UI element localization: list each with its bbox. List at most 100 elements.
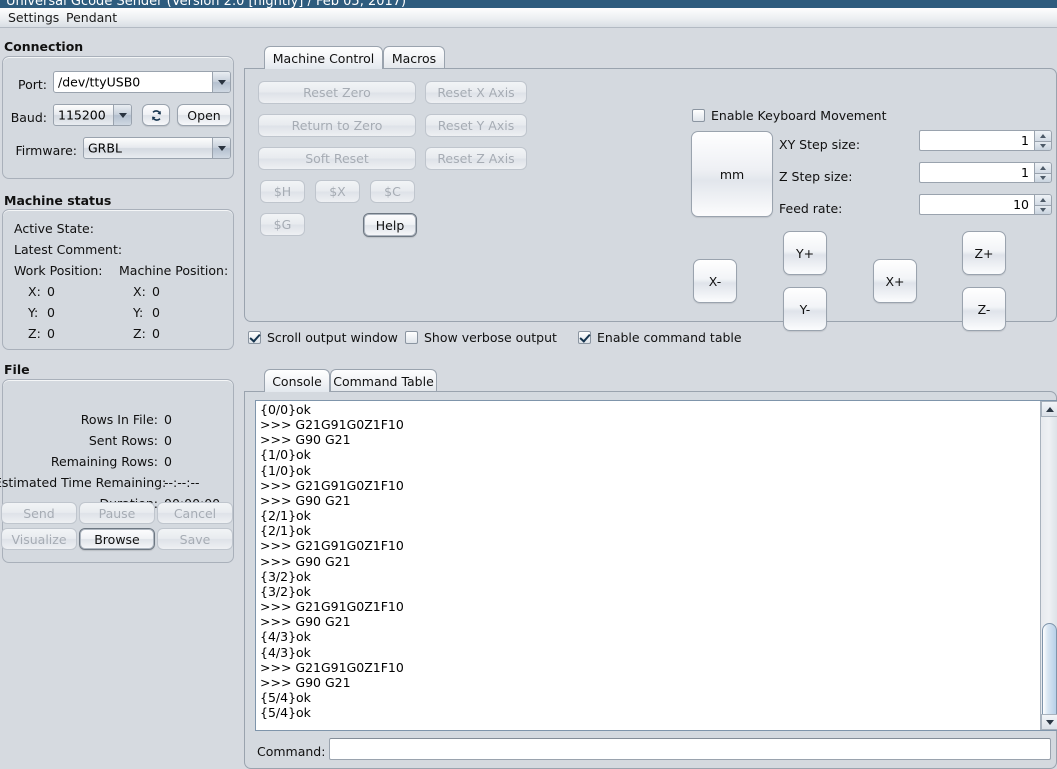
machine-position-label: Machine Position: <box>119 263 229 278</box>
file-panel-title: File <box>4 362 30 377</box>
firmware-combobox[interactable]: GRBL <box>83 137 231 159</box>
enable-keyboard-movement-label: Enable Keyboard Movement <box>711 108 887 123</box>
show-verbose-output-checkbox[interactable]: Show verbose output <box>405 330 557 345</box>
scroll-output-window-checkbox[interactable]: Scroll output window <box>248 330 398 345</box>
send-button[interactable]: Send <box>1 502 77 524</box>
scrollbar-thumb[interactable] <box>1042 623 1057 725</box>
reset-zero-button[interactable]: Reset Zero <box>258 81 416 104</box>
z-step-size-label: Z Step size: <box>779 169 853 184</box>
feed-rate-spinner[interactable]: 10 <box>919 194 1052 215</box>
command-label: Command: <box>257 744 326 759</box>
machine-z-label: Z: <box>133 326 146 341</box>
jog-z-minus-button[interactable]: Z- <box>962 287 1006 331</box>
z-step-size-spinner[interactable]: 1 <box>919 162 1052 183</box>
jog-x-minus-button[interactable]: X- <box>693 259 737 303</box>
tab-macros[interactable]: Macros <box>383 46 445 69</box>
file-panel: Rows In File: 0 Sent Rows: 0 Remaining R… <box>0 379 234 563</box>
stepper-up-icon[interactable] <box>1035 163 1051 173</box>
z-step-size-input[interactable]: 1 <box>919 162 1034 183</box>
machine-z-value: 0 <box>152 326 160 341</box>
eta-value: --:--:-- <box>164 475 200 490</box>
feed-rate-input[interactable]: 10 <box>919 194 1034 215</box>
checkbox-icon[interactable] <box>578 331 591 344</box>
remaining-rows-value: 0 <box>164 454 172 469</box>
chevron-down-icon[interactable] <box>212 72 230 92</box>
machine-status-panel-title: Machine status <box>4 193 112 208</box>
chevron-down-icon[interactable] <box>113 105 131 125</box>
console-scrollbar[interactable] <box>1040 401 1057 730</box>
jog-x-plus-button[interactable]: X+ <box>873 259 917 303</box>
work-x-label: X: <box>28 284 41 299</box>
help-button[interactable]: Help <box>363 213 417 237</box>
port-combobox[interactable]: /dev/ttyUSB0 <box>53 71 231 93</box>
tab-command-table[interactable]: Command Table <box>330 369 437 392</box>
checkbox-icon[interactable] <box>405 331 418 344</box>
pause-button[interactable]: Pause <box>79 502 155 524</box>
checkbox-icon[interactable] <box>692 109 705 122</box>
save-button[interactable]: Save <box>157 528 233 550</box>
console-output-area[interactable]: {0/0}ok >>> G21G91G0Z1F10 >>> G90 G21 {1… <box>255 400 1057 731</box>
connection-panel-title: Connection <box>4 39 84 54</box>
machine-x-label: X: <box>133 284 146 299</box>
tab-console[interactable]: Console <box>264 369 330 392</box>
feed-rate-stepper[interactable] <box>1034 194 1052 215</box>
baud-combobox[interactable]: 115200 <box>53 104 132 126</box>
baud-combobox-value: 115200 <box>58 107 106 123</box>
refresh-ports-button[interactable] <box>142 104 170 126</box>
xy-step-size-spinner[interactable]: 1 <box>919 130 1052 151</box>
stepper-up-icon[interactable] <box>1035 131 1051 141</box>
stepper-down-icon[interactable] <box>1035 172 1051 182</box>
reset-y-axis-button[interactable]: Reset Y Axis <box>425 114 527 137</box>
stepper-down-icon[interactable] <box>1035 140 1051 150</box>
enable-command-table-checkbox[interactable]: Enable command table <box>578 330 742 345</box>
work-y-label: Y: <box>28 305 39 320</box>
machine-x-value: 0 <box>152 284 160 299</box>
console-output-text: {0/0}ok >>> G21G91G0Z1F10 >>> G90 G21 {1… <box>260 402 404 721</box>
visualize-button[interactable]: Visualize <box>1 528 77 550</box>
xy-step-size-stepper[interactable] <box>1034 130 1052 151</box>
machine-y-label: Y: <box>133 305 144 320</box>
feed-rate-label: Feed rate: <box>779 201 843 216</box>
checkbox-icon[interactable] <box>248 331 261 344</box>
latest-comment-label: Latest Comment: <box>14 242 123 257</box>
browse-button[interactable]: Browse <box>79 528 155 550</box>
enable-keyboard-movement-checkbox[interactable]: Enable Keyboard Movement <box>692 108 887 123</box>
scroll-up-icon[interactable] <box>1041 401 1057 417</box>
sent-rows-value: 0 <box>164 433 172 448</box>
jog-z-plus-button[interactable]: Z+ <box>962 231 1006 275</box>
chevron-down-icon[interactable] <box>212 138 230 158</box>
reset-x-axis-button[interactable]: Reset X Axis <box>425 81 527 104</box>
soft-reset-button[interactable]: Soft Reset <box>258 147 416 170</box>
cancel-button[interactable]: Cancel <box>157 502 233 524</box>
baud-label: Baud: <box>10 110 47 125</box>
z-step-size-stepper[interactable] <box>1034 162 1052 183</box>
active-state-label: Active State: <box>14 221 94 236</box>
machine-status-panel: Active State: Latest Comment: Work Posit… <box>2 209 234 350</box>
window-title: Universal Gcode Sender (Version 2.0 [nig… <box>6 0 407 8</box>
reset-z-axis-button[interactable]: Reset Z Axis <box>425 147 527 170</box>
stepper-down-icon[interactable] <box>1035 204 1051 214</box>
jog-y-minus-button[interactable]: Y- <box>783 287 827 331</box>
dollar-g-button[interactable]: $G <box>260 213 305 236</box>
return-to-zero-button[interactable]: Return to Zero <box>258 114 416 137</box>
jog-y-plus-button[interactable]: Y+ <box>783 231 827 275</box>
open-connection-button[interactable]: Open <box>177 104 231 126</box>
xy-step-size-label: XY Step size: <box>779 137 861 152</box>
units-toggle-button[interactable]: mm <box>691 131 773 217</box>
menu-item-pendant[interactable]: Pendant <box>60 10 123 26</box>
menu-item-settings[interactable]: Settings <box>2 10 65 26</box>
tab-machine-control[interactable]: Machine Control <box>264 46 383 69</box>
xy-step-size-input[interactable]: 1 <box>919 130 1034 151</box>
dollar-x-button[interactable]: $X <box>315 180 360 203</box>
console-tabbody: {0/0}ok >>> G21G91G0Z1F10 >>> G90 G21 {1… <box>244 391 1057 769</box>
eta-label: Estimated Time Remaining: <box>0 475 167 490</box>
scroll-down-icon[interactable] <box>1041 714 1057 730</box>
dollar-h-button[interactable]: $H <box>260 180 305 203</box>
dollar-c-button[interactable]: $C <box>370 180 415 203</box>
stepper-up-icon[interactable] <box>1035 195 1051 205</box>
machine-y-value: 0 <box>152 305 160 320</box>
connection-panel: Port: /dev/ttyUSB0 Baud: 115200 Open Fir… <box>2 56 234 179</box>
rows-in-file-label: Rows In File: <box>80 412 158 427</box>
machine-control-tabpane: Machine Control Macros Reset Zero Return… <box>244 46 1057 331</box>
command-input[interactable] <box>329 738 1051 760</box>
